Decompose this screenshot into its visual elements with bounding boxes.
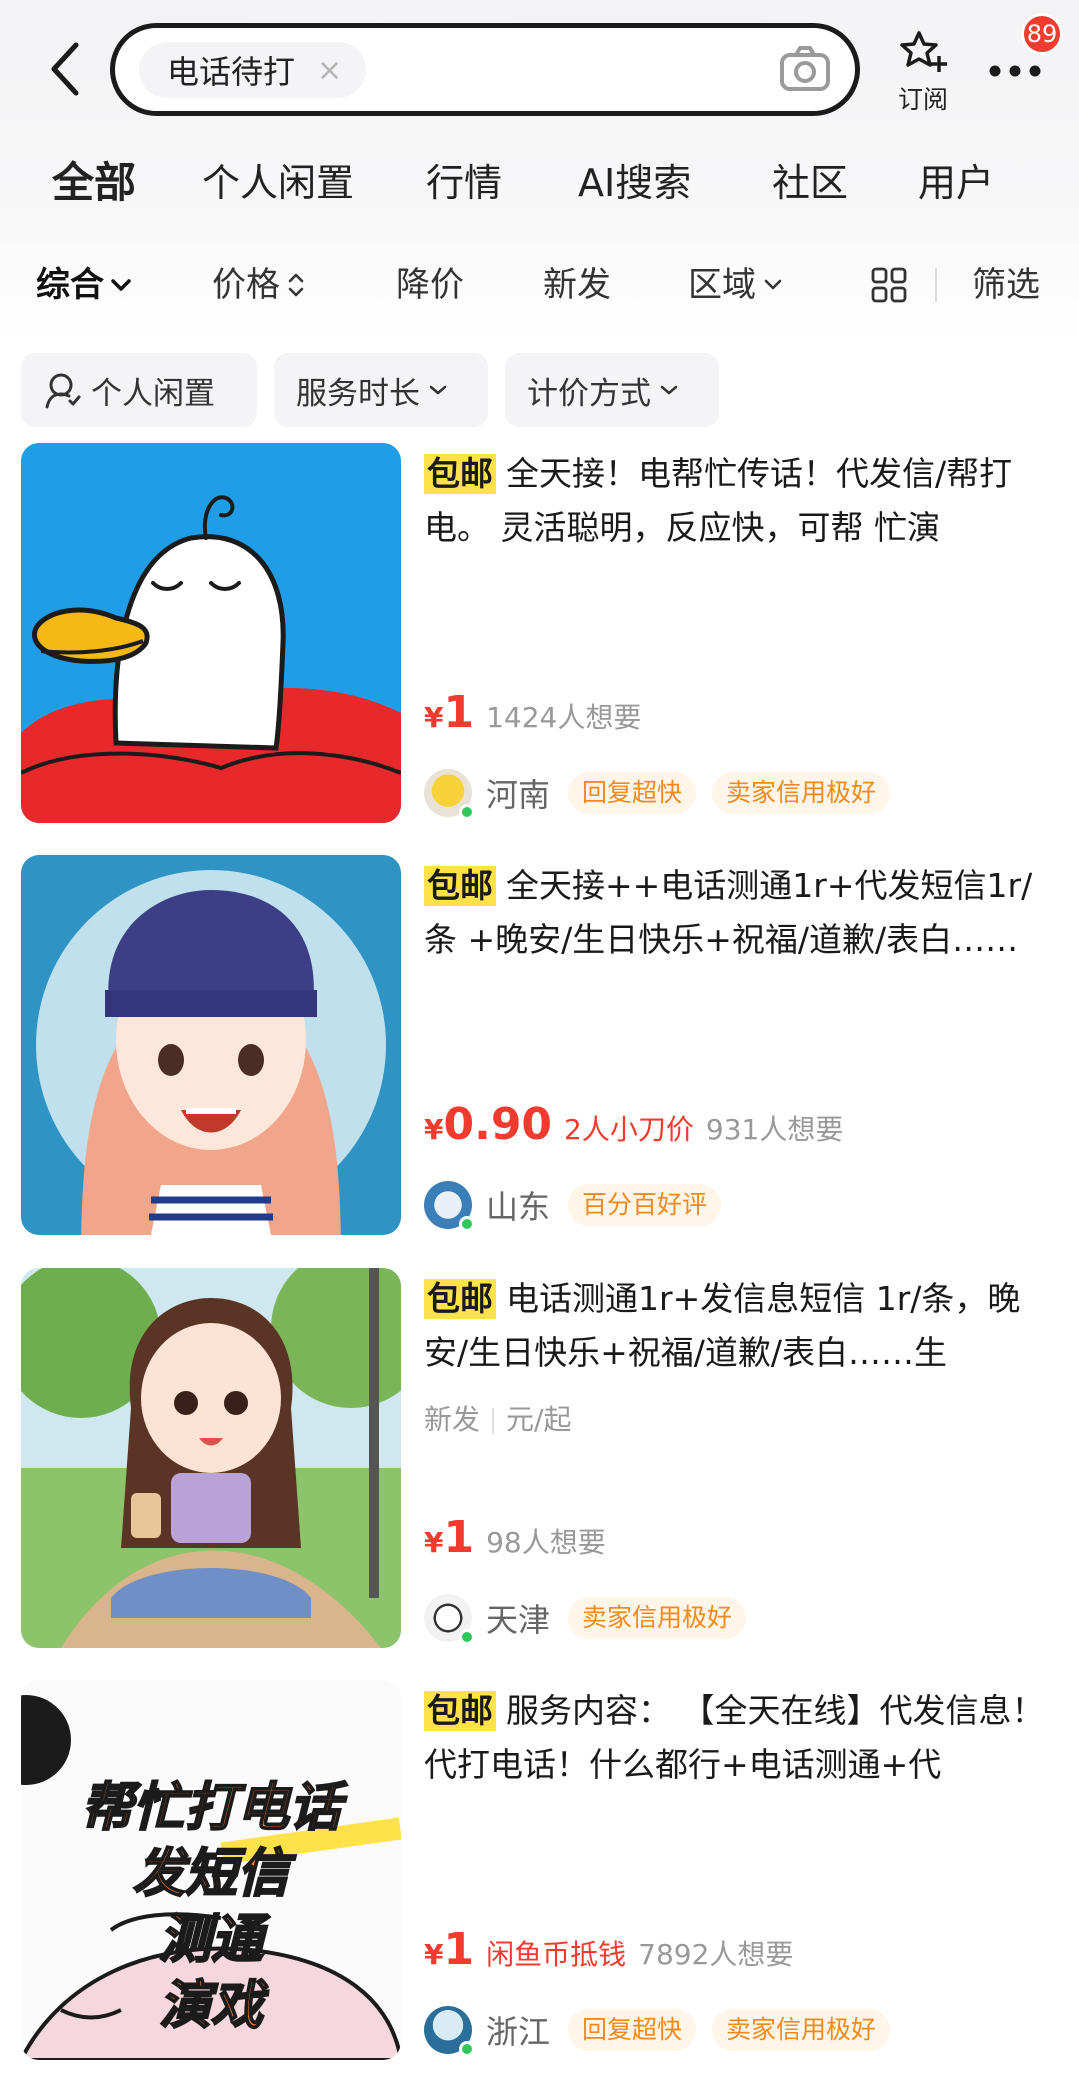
sort-price-drop[interactable]: 降价 <box>396 255 464 315</box>
listing-image-girl-beanie[interactable] <box>21 855 401 1235</box>
chevron-down-icon <box>429 385 447 395</box>
search-query-text: 电话待打 <box>167 53 296 91</box>
free-shipping-tag: 包邮 <box>424 454 496 494</box>
avatar[interactable] <box>424 1181 475 1232</box>
price: 1 <box>443 687 475 738</box>
seller-row[interactable]: 天津 卖家信用极好 <box>424 1590 762 1646</box>
tab-market[interactable]: 行情 <box>426 150 502 216</box>
new-label: 新发 <box>424 1403 481 1436</box>
avatar[interactable] <box>424 2006 475 2057</box>
sort-updown-icon <box>288 273 304 297</box>
avatar[interactable] <box>424 1594 475 1645</box>
coin-discount-tag: 闲鱼币抵钱 <box>486 1938 627 1971</box>
seller-tag: 回复超快 <box>568 2009 697 2051</box>
tab-personal-idle[interactable]: 个人闲置 <box>202 150 354 216</box>
unit-label: 元/起 <box>506 1403 572 1436</box>
free-shipping-tag: 包邮 <box>424 1279 496 1319</box>
tab-users[interactable]: 用户 <box>918 150 994 216</box>
sort-bar: 综合 价格 降价 新发 区域 筛选 <box>0 255 1079 315</box>
listing-title[interactable]: 包邮 电话测通1r+发信息短信 1r/条，晚安/生日快乐+祝福/道歉/表白……生 <box>424 1272 1064 1380</box>
tab-all[interactable]: 全部 <box>52 150 137 216</box>
online-indicator <box>459 804 475 820</box>
seller-region: 浙江 <box>486 2013 551 2051</box>
grid-icon <box>871 267 907 303</box>
price-row: ¥1 1424人想要 <box>424 687 642 738</box>
subscribe-label: 订阅 <box>897 85 948 114</box>
free-shipping-tag: 包邮 <box>424 1691 496 1731</box>
sort-price[interactable]: 价格 <box>212 255 306 315</box>
listing-meta: 新发 元/起 <box>424 1398 571 1438</box>
filter-service-duration[interactable]: 服务时长 <box>274 353 488 427</box>
seller-tag: 百分百好评 <box>568 1184 722 1226</box>
seller-tag: 卖家信用极好 <box>568 1597 747 1639</box>
seller-row[interactable]: 河南 回复超快 卖家信用极好 <box>424 765 906 821</box>
sort-divider <box>935 268 937 302</box>
list-item[interactable]: 包邮 全天接++电话测通1r+代发短信1r/条 +晚安/生日快乐+祝福/道歉/表白… <box>0 855 1079 1245</box>
image-caption: 帮忙打电话 发短信 测通 演戏 <box>80 1777 342 2037</box>
online-indicator <box>459 2041 475 2057</box>
chevron-down-icon <box>111 279 131 291</box>
chevron-left-icon <box>51 42 79 96</box>
avatar[interactable] <box>424 769 475 820</box>
price: 0.90 <box>443 1099 553 1150</box>
price: 1 <box>443 1924 475 1975</box>
seller-region: 河南 <box>486 776 551 814</box>
want-count: 931人想要 <box>705 1113 844 1146</box>
sort-region[interactable]: 区域 <box>688 255 784 315</box>
sort-comprehensive[interactable]: 综合 <box>36 255 132 315</box>
notification-badge: 89 <box>1021 13 1063 55</box>
chevron-down-icon <box>660 385 678 395</box>
seller-tag: 卖家信用极好 <box>712 2009 891 2051</box>
sort-filter[interactable]: 筛选 <box>972 255 1040 315</box>
listing-image-help-call[interactable]: 帮忙打电话 发短信 测通 演戏 <box>21 1680 401 2060</box>
online-indicator <box>459 1216 475 1232</box>
online-indicator <box>459 1629 475 1645</box>
list-item[interactable]: 帮忙打电话 发短信 测通 演戏 包邮 服务内容： 【全天在线】代发信息！代打电话！… <box>0 1680 1079 2070</box>
listing-image-duck[interactable] <box>21 443 401 823</box>
listing-title[interactable]: 包邮 全天接++电话测通1r+代发短信1r/条 +晚安/生日快乐+祝福/道歉/表白… <box>424 859 1064 967</box>
list-item[interactable]: 包邮 全天接！电帮忙传话！代发信/帮打电。 灵活聪明，反应快，可帮 忙演 ¥1 14… <box>0 443 1079 833</box>
tab-community[interactable]: 社区 <box>772 150 848 216</box>
clear-query-icon[interactable]: × <box>317 53 342 88</box>
filter-pricing-method[interactable]: 计价方式 <box>505 353 719 427</box>
grid-view-toggle[interactable] <box>864 255 908 315</box>
seller-tag: 回复超快 <box>568 772 697 814</box>
want-count: 98人想要 <box>486 1526 606 1559</box>
filter-personal-idle[interactable]: 个人闲置 <box>21 353 257 427</box>
chevron-down-icon <box>764 279 782 290</box>
camera-icon[interactable] <box>777 42 833 98</box>
category-tabs: 全部 个人闲置 行情 AI搜索 社区 用户 <box>0 150 1079 220</box>
want-count: 7892人想要 <box>638 1938 794 1971</box>
subscribe-button[interactable]: 订阅 <box>890 28 956 116</box>
free-shipping-tag: 包邮 <box>424 866 496 906</box>
search-input[interactable]: 电话待打 × <box>110 23 860 116</box>
price-row: ¥1 98人想要 <box>424 1512 606 1563</box>
star-plus-icon <box>900 31 947 72</box>
search-query-chip[interactable]: 电话待打 × <box>139 42 367 98</box>
list-item[interactable]: 包邮 电话测通1r+发信息短信 1r/条，晚安/生日快乐+祝福/道歉/表白……生 … <box>0 1268 1079 1658</box>
sort-newest[interactable]: 新发 <box>543 255 611 315</box>
seller-tag: 卖家信用极好 <box>712 772 891 814</box>
seller-region: 山东 <box>486 1188 551 1226</box>
seller-region: 天津 <box>486 1601 551 1639</box>
person-icon <box>45 373 81 409</box>
listing-title[interactable]: 包邮 服务内容： 【全天在线】代发信息！代打电话！什么都行+电话测通+代 <box>424 1684 1064 1792</box>
price-row: ¥1 闲鱼币抵钱 7892人想要 <box>424 1924 794 1975</box>
back-button[interactable] <box>40 38 90 100</box>
seller-row[interactable]: 山东 百分百好评 <box>424 1177 737 1233</box>
price-row: ¥0.90 2人小刀价 931人想要 <box>424 1099 844 1150</box>
tab-ai-search[interactable]: AI搜索 <box>578 150 691 216</box>
listing-title[interactable]: 包邮 全天接！电帮忙传话！代发信/帮打电。 灵活聪明，反应快，可帮 忙演 <box>424 447 1064 555</box>
seller-row[interactable]: 浙江 回复超快 卖家信用极好 <box>424 2002 906 2058</box>
bargain-tag: 2人小刀价 <box>564 1113 694 1146</box>
listing-image-girl-tea[interactable] <box>21 1268 401 1648</box>
want-count: 1424人想要 <box>486 701 642 734</box>
price: 1 <box>443 1512 475 1563</box>
